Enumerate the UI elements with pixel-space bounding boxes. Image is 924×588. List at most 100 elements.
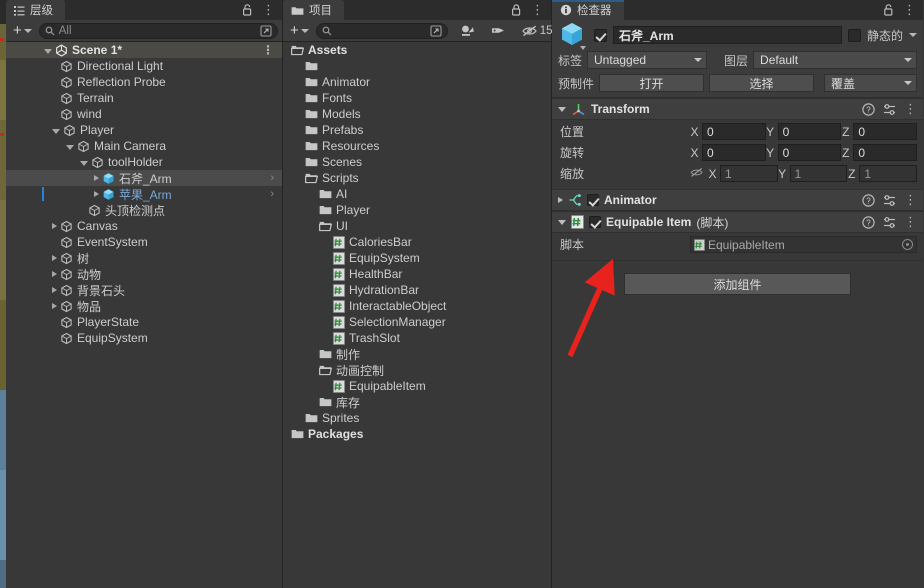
component-header-animator[interactable]: Animator ? ⋮ (552, 189, 923, 211)
preset-icon[interactable] (883, 194, 896, 207)
project-item[interactable]: Assets (283, 42, 551, 58)
preset-icon[interactable] (883, 103, 896, 116)
project-item[interactable]: Scripts (283, 170, 551, 186)
hierarchy-item[interactable]: Terrain (6, 90, 282, 106)
hierarchy-scene-row[interactable]: Scene 1* ⋮ (6, 42, 282, 58)
project-item[interactable]: Fonts (283, 90, 551, 106)
chevron-right-icon[interactable] (52, 271, 57, 277)
project-search-input[interactable] (315, 22, 448, 39)
chevron-down-icon[interactable] (558, 106, 566, 112)
hierarchy-item[interactable]: 背景石头 (6, 282, 282, 298)
hierarchy-item[interactable]: 石斧_Arm › (6, 170, 282, 186)
project-item[interactable]: 库存 (283, 394, 551, 410)
project-item[interactable]: CaloriesBar (283, 234, 551, 250)
chevron-down-icon[interactable] (558, 219, 566, 225)
kebab-menu-icon[interactable]: ⋮ (904, 214, 917, 230)
kebab-menu-icon[interactable]: ⋮ (904, 192, 917, 208)
prefab-open-button[interactable]: 打开 (599, 74, 705, 92)
lock-icon[interactable] (242, 4, 253, 16)
hierarchy-item[interactable]: toolHolder (6, 154, 282, 170)
component-header-equipable-item[interactable]: Equipable Item (脚本) ? ⋮ (552, 211, 923, 233)
kebab-menu-icon[interactable]: ⋮ (904, 101, 917, 117)
tab-inspector[interactable]: 检查器 (552, 0, 624, 20)
hidden-items-indicator[interactable]: 15 (518, 25, 557, 37)
project-item[interactable]: HealthBar (283, 266, 551, 282)
hierarchy-item[interactable]: 苹果_Arm › (6, 186, 282, 202)
hierarchy-item[interactable]: EventSystem (6, 234, 282, 250)
script-object-field[interactable]: EquipableItem (690, 236, 917, 253)
chevron-right-icon[interactable] (94, 175, 99, 181)
hierarchy-item[interactable]: Directional Light (6, 58, 282, 74)
chevron-right-icon[interactable] (94, 191, 99, 197)
static-dropdown-chevron-down-icon[interactable] (909, 33, 917, 37)
hierarchy-item[interactable]: Player (6, 122, 282, 138)
tab-hierarchy[interactable]: 层级 (6, 0, 65, 20)
project-item[interactable]: Prefabs (283, 122, 551, 138)
layer-dropdown[interactable]: Default (753, 51, 917, 69)
chevron-right-icon[interactable] (52, 287, 57, 293)
transform-z-field[interactable]: 0 (853, 144, 918, 161)
project-item[interactable]: AI (283, 186, 551, 202)
kebab-menu-icon[interactable]: ⋮ (903, 2, 916, 18)
help-icon[interactable]: ? (862, 215, 875, 229)
hierarchy-item[interactable]: 动物 (6, 266, 282, 282)
expand-window-icon[interactable] (430, 24, 442, 37)
project-item[interactable]: EquipSystem (283, 250, 551, 266)
project-item[interactable]: Resources (283, 138, 551, 154)
preset-icon[interactable] (883, 216, 896, 229)
transform-y-field[interactable]: 1 (789, 165, 848, 182)
gameobject-name-field[interactable]: 石斧_Arm (613, 26, 842, 44)
search-by-label-icon[interactable] (487, 25, 510, 36)
scene-view-sliver[interactable] (0, 0, 6, 588)
component-header-transform[interactable]: Transform ? ⋮ (552, 98, 923, 120)
transform-z-field[interactable]: 0 (853, 123, 918, 140)
project-item[interactable]: Player (283, 202, 551, 218)
project-item[interactable]: Scenes (283, 154, 551, 170)
expand-window-icon[interactable] (260, 24, 272, 37)
chevron-down-icon[interactable] (66, 144, 74, 150)
project-item[interactable]: HydrationBar (283, 282, 551, 298)
chevron-right-icon[interactable] (52, 255, 57, 261)
project-item[interactable]: TrashSlot (283, 330, 551, 346)
project-tree[interactable]: Assets Animator Fonts Models Prefabs Resource… (283, 42, 551, 588)
project-item[interactable]: Animator (283, 74, 551, 90)
project-item[interactable]: InteractableObject (283, 298, 551, 314)
help-icon[interactable]: ? (862, 193, 875, 207)
project-add-button[interactable]: + (287, 23, 312, 38)
hierarchy-item[interactable]: Main Camera (6, 138, 282, 154)
chevron-down-icon[interactable] (80, 160, 88, 166)
hierarchy-item[interactable]: wind (6, 106, 282, 122)
hierarchy-item[interactable]: 物品 (6, 298, 282, 314)
equipable-enabled-checkbox[interactable] (589, 216, 601, 228)
transform-y-field[interactable]: 0 (777, 144, 842, 161)
chevron-down-icon[interactable] (44, 48, 52, 54)
search-by-type-icon[interactable] (456, 24, 479, 37)
kebab-menu-icon[interactable]: ⋮ (262, 2, 275, 18)
project-item[interactable]: EquipableItem (283, 378, 551, 394)
prefab-overrides-dropdown[interactable]: 覆盖 (824, 74, 917, 92)
constrain-off-icon[interactable] (690, 167, 704, 181)
open-prefab-chevron-right-icon[interactable]: › (270, 172, 282, 184)
tag-dropdown[interactable]: Untagged (587, 51, 708, 69)
static-checkbox[interactable] (847, 28, 861, 42)
hierarchy-item[interactable]: PlayerState (6, 314, 282, 330)
open-prefab-chevron-right-icon[interactable]: › (270, 188, 282, 200)
prefab-select-button[interactable]: 选择 (709, 74, 815, 92)
gameobject-enabled-checkbox[interactable] (594, 28, 607, 42)
transform-y-field[interactable]: 0 (777, 123, 842, 140)
animator-enabled-checkbox[interactable] (587, 194, 599, 206)
kebab-menu-icon[interactable]: ⋮ (531, 2, 544, 18)
help-icon[interactable]: ? (862, 102, 875, 116)
project-item[interactable]: 制作 (283, 346, 551, 362)
tab-project[interactable]: 项目 (283, 0, 344, 20)
hierarchy-item[interactable]: Canvas (6, 218, 282, 234)
project-item[interactable]: Sprites (283, 410, 551, 426)
hierarchy-search-input[interactable]: All (38, 22, 278, 39)
chevron-down-icon[interactable] (52, 128, 60, 134)
project-item[interactable]: SelectionManager (283, 314, 551, 330)
hierarchy-item[interactable]: Reflection Probe (6, 74, 282, 90)
add-component-button[interactable]: 添加组件 (624, 273, 851, 295)
hierarchy-item[interactable]: EquipSystem (6, 330, 282, 346)
lock-icon[interactable] (883, 4, 894, 16)
project-item[interactable]: UI (283, 218, 551, 234)
